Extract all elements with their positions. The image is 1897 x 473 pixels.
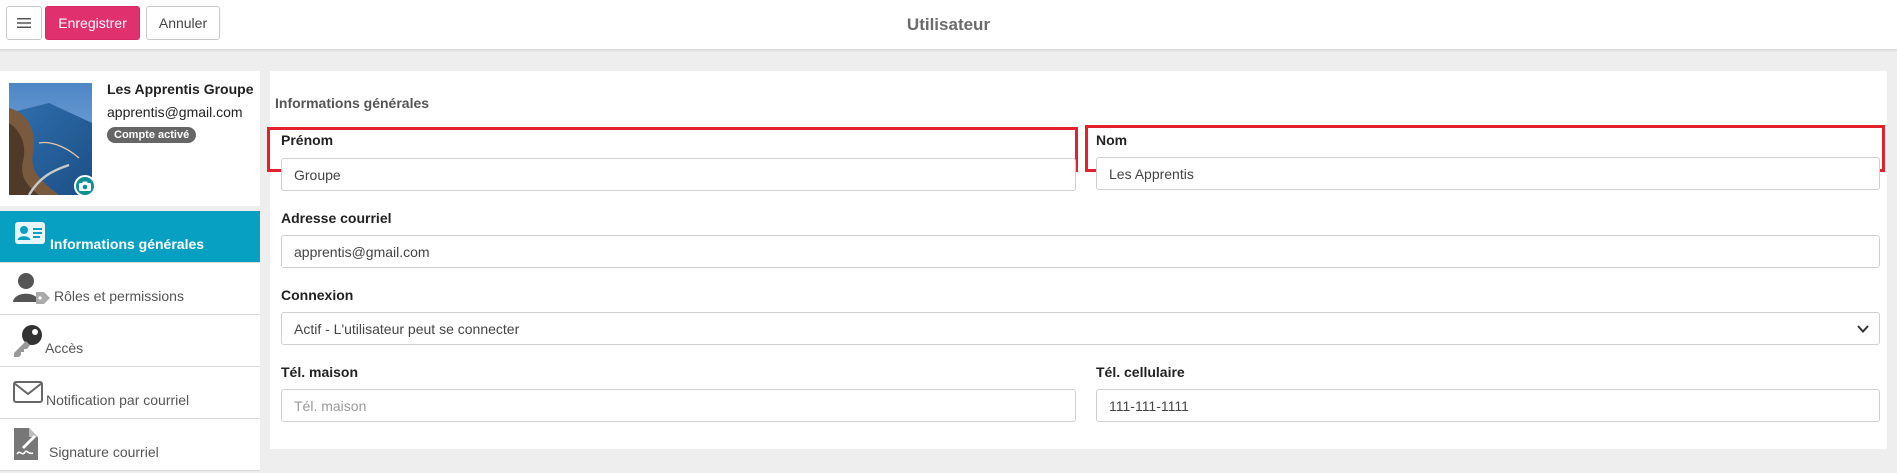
connexion-label: Connexion (281, 287, 354, 303)
general-info-panel: Informations générales Prénom Nom Adress… (267, 71, 1887, 449)
page-title: Utilisateur (906, 15, 991, 34)
connexion-selected-value: Actif - L'utilisateur peut se connecter (294, 320, 520, 337)
sidebar-nav: Informations générales Rôles et permissi… (0, 211, 260, 471)
user-tag-icon (13, 273, 50, 304)
sidebar-item-label: Notification par courriel (46, 392, 190, 408)
key-icon (14, 325, 42, 357)
email-field[interactable] (281, 235, 1880, 268)
connexion-select[interactable]: Actif - L'utilisateur peut se connecter (281, 312, 1880, 345)
prenom-label: Prénom (281, 132, 334, 148)
sidebar-item-informations-generales[interactable]: Informations générales (0, 211, 260, 263)
nom-field[interactable] (1096, 157, 1880, 190)
top-toolbar: Enregistrer Annuler Utilisateur (0, 0, 1897, 50)
sidebar-item-acces[interactable]: Accès (0, 315, 260, 367)
tel-cellulaire-field[interactable] (1096, 389, 1880, 422)
chevron-down-icon (1857, 325, 1869, 333)
prenom-field[interactable] (281, 158, 1076, 191)
sidebar-item-notification-courriel[interactable]: Notification par courriel (0, 367, 260, 419)
camera-icon (79, 181, 91, 191)
envelope-icon (13, 381, 43, 403)
profile-email: apprentis@gmail.com (107, 104, 243, 120)
tel-cellulaire-label: Tél. cellulaire (1096, 364, 1185, 380)
sidebar-item-label: Informations générales (50, 236, 205, 252)
signature-icon (14, 428, 38, 460)
email-label: Adresse courriel (281, 210, 392, 226)
sidebar-item-roles-permissions[interactable]: Rôles et permissions (0, 263, 260, 315)
sidebar-item-label: Rôles et permissions (54, 288, 184, 304)
sidebar-item-label: Signature courriel (49, 444, 159, 460)
tel-maison-field[interactable] (281, 389, 1076, 422)
profile-name: Les Apprentis Groupe (107, 81, 254, 97)
tel-maison-label: Tél. maison (281, 364, 359, 380)
nom-label: Nom (1096, 132, 1128, 148)
change-photo-button[interactable] (74, 175, 96, 197)
sidebar-item-label: Accès (45, 340, 84, 356)
id-card-icon (15, 222, 45, 244)
sidebar-item-signature-courriel[interactable]: Signature courriel (0, 419, 260, 471)
section-title: Informations générales (275, 95, 430, 111)
status-badge: Compte activé (107, 127, 197, 143)
profile-card: Les Apprentis Groupe apprentis@gmail.com… (0, 71, 260, 206)
